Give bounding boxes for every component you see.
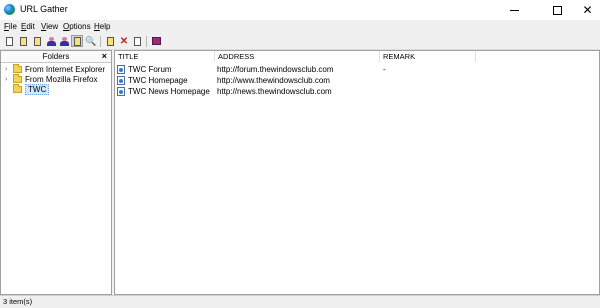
table-row[interactable]: TWC Forum http://forum.thewindowsclub.co…: [115, 64, 595, 75]
delete-x-icon: ✕: [119, 35, 129, 47]
add-url-icon: [106, 36, 114, 46]
url-file-icon: [117, 65, 125, 74]
status-item-count: 3 item(s): [3, 297, 33, 306]
tree-item-label: From Internet Explorer: [25, 64, 106, 74]
expand-arrow-icon[interactable]: ›: [5, 66, 11, 73]
tree-item-label: TWC: [25, 83, 50, 95]
row-address: http://news.thewindowsclub.com: [217, 87, 332, 96]
row-remark: -: [383, 65, 386, 74]
new-file-button[interactable]: [3, 35, 15, 47]
properties-button[interactable]: [131, 35, 143, 47]
people-group-icon: [59, 36, 69, 46]
menu-bar: File Edit View Options Help: [0, 20, 600, 34]
people-button[interactable]: [45, 35, 57, 47]
menu-edit[interactable]: Edit: [21, 22, 35, 31]
maximize-icon: [552, 5, 562, 15]
url-file-icon: [117, 87, 125, 96]
close-icon: ✕: [582, 3, 593, 17]
tree-item-mozilla-firefox[interactable]: › From Mozilla Firefox: [5, 73, 98, 84]
url-file-icon: [117, 76, 125, 85]
menu-help[interactable]: Help: [94, 22, 110, 31]
open-folder-button[interactable]: [31, 35, 43, 47]
new-folder-button[interactable]: [17, 35, 29, 47]
new-folder-icon: [19, 36, 27, 46]
delete-button[interactable]: ✕: [118, 35, 130, 47]
row-address: http://www.thewindowsclub.com: [217, 76, 330, 85]
column-header-remark[interactable]: REMARK: [380, 51, 476, 62]
open-folder-icon: [33, 36, 41, 46]
url-list-panel: TITLE ADDRESS REMARK TWC Forum http://fo…: [114, 50, 600, 295]
menu-file[interactable]: File: [4, 22, 17, 31]
folders-panel-header: Folders ×: [1, 51, 111, 63]
people-group-button[interactable]: [58, 35, 70, 47]
tree-item-label: From Mozilla Firefox: [25, 74, 98, 84]
app-globe-icon: [4, 4, 15, 15]
window-title: URL Gather: [20, 4, 68, 14]
toolbar: 🔍 ✕: [0, 34, 600, 50]
status-bar: 3 item(s): [0, 295, 600, 308]
title-bar: URL Gather ✕: [0, 0, 600, 20]
maximize-button[interactable]: [540, 0, 574, 20]
folder-icon: [13, 73, 22, 83]
new-file-icon: [5, 36, 13, 46]
folders-panel: Folders × › From Internet Explorer › Fro…: [0, 50, 112, 295]
minimize-button[interactable]: [497, 0, 531, 20]
row-title: TWC Homepage: [128, 76, 188, 85]
folder-view-toggle[interactable]: [71, 35, 83, 47]
find-icon: 🔍: [85, 35, 97, 46]
folders-panel-title: Folders: [42, 52, 70, 61]
book-icon: [151, 37, 161, 45]
column-header-title[interactable]: TITLE: [115, 51, 215, 62]
folder-icon: [13, 63, 22, 73]
bookmark-book-button[interactable]: [150, 35, 162, 47]
tree-item-twc[interactable]: TWC: [5, 83, 50, 95]
table-row[interactable]: TWC News Homepage http://news.thewindows…: [115, 86, 595, 97]
table-row[interactable]: TWC Homepage http://www.thewindowsclub.c…: [115, 75, 595, 86]
tree-item-internet-explorer[interactable]: › From Internet Explorer: [5, 63, 106, 74]
minimize-icon: [509, 9, 519, 11]
expand-arrow-icon[interactable]: ›: [5, 76, 11, 83]
folder-icon: [13, 83, 22, 93]
column-header-address[interactable]: ADDRESS: [215, 51, 380, 62]
menu-options[interactable]: Options: [63, 22, 91, 31]
menu-view[interactable]: View: [41, 22, 58, 31]
row-address: http://forum.thewindowsclub.com: [217, 65, 334, 74]
properties-icon: [133, 36, 141, 46]
row-title: TWC Forum: [128, 65, 172, 74]
find-button[interactable]: 🔍: [85, 35, 97, 47]
toolbar-separator: [146, 36, 147, 47]
toolbar-separator: [100, 36, 101, 47]
add-url-button[interactable]: [104, 35, 116, 47]
close-panel-button[interactable]: ×: [102, 51, 107, 62]
folder-view-icon: [73, 36, 81, 46]
people-icon: [46, 36, 56, 46]
close-window-button[interactable]: ✕: [575, 0, 600, 20]
row-title: TWC News Homepage: [128, 87, 210, 96]
